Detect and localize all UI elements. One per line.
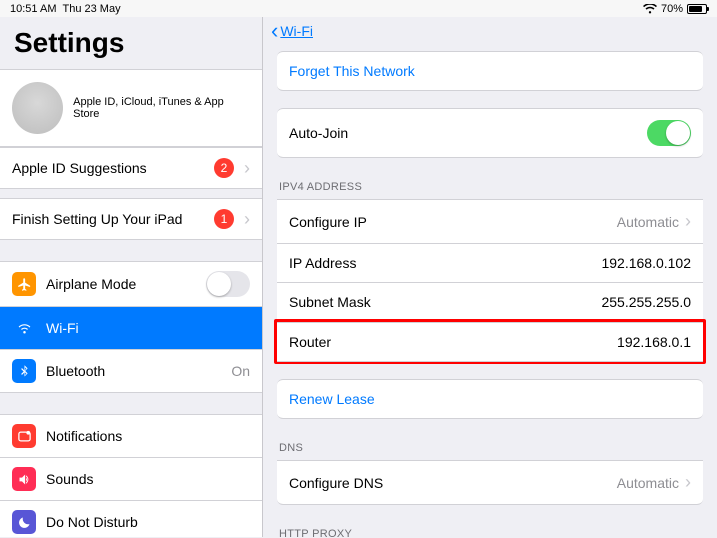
router-value: 192.168.0.1 [617, 334, 691, 350]
ip-address-row: IP Address 192.168.0.102 [277, 243, 703, 283]
renew-lease-button[interactable]: Renew Lease [277, 379, 703, 419]
ip-address-value: 192.168.0.102 [601, 255, 691, 271]
ip-address-label: IP Address [289, 255, 356, 271]
dnd-label: Do Not Disturb [46, 514, 250, 530]
subnet-row: Subnet Mask 255.255.255.0 [277, 282, 703, 322]
back-label: Wi-Fi [280, 23, 313, 39]
auto-join-label: Auto-Join [289, 125, 348, 141]
auto-join-toggle[interactable] [647, 120, 691, 146]
configure-dns-label: Configure DNS [289, 475, 383, 491]
chevron-left-icon: ‹ [271, 24, 278, 38]
bluetooth-icon [12, 359, 36, 383]
router-highlight: Router 192.168.0.1 [274, 319, 706, 364]
forget-network-button[interactable]: Forget This Network [277, 51, 703, 91]
moon-icon [12, 510, 36, 534]
subnet-value: 255.255.255.0 [601, 294, 691, 310]
status-date: Thu 23 May [62, 3, 120, 15]
notifications-icon [12, 424, 36, 448]
avatar [12, 82, 63, 134]
auto-join-row[interactable]: Auto-Join [277, 108, 703, 158]
ipv4-header: IPV4 ADDRESS [277, 175, 703, 199]
wifi-row[interactable]: Wi-Fi [0, 306, 262, 350]
configure-ip-value: Automatic › [617, 211, 691, 232]
finish-setup-label: Finish Setting Up Your iPad [12, 211, 204, 227]
apple-id-suggestions-row[interactable]: Apple ID Suggestions 2 › [0, 147, 262, 189]
chevron-right-icon: › [685, 472, 691, 493]
chevron-right-icon: › [244, 209, 250, 230]
apple-id-suggestions-label: Apple ID Suggestions [12, 160, 204, 176]
configure-ip-row[interactable]: Configure IP Automatic › [277, 199, 703, 244]
apple-id-subtext: Apple ID, iCloud, iTunes & App Store [73, 96, 250, 120]
chevron-right-icon: › [685, 211, 691, 232]
airplane-mode-row[interactable]: Airplane Mode [0, 261, 262, 307]
sounds-icon [12, 467, 36, 491]
router-row: Router 192.168.0.1 [277, 322, 703, 362]
battery-icon [687, 4, 707, 14]
apple-id-row[interactable]: Apple ID, iCloud, iTunes & App Store [0, 69, 262, 147]
status-time: 10:51 AM [10, 3, 56, 15]
detail-header: ‹ Wi-Fi [263, 17, 717, 51]
wifi-status-icon [643, 4, 657, 14]
status-bar: 10:51 AM Thu 23 May 70% [0, 0, 717, 17]
notifications-row[interactable]: Notifications [0, 414, 262, 458]
airplane-toggle[interactable] [206, 271, 250, 297]
configure-dns-value: Automatic › [617, 472, 691, 493]
sounds-label: Sounds [46, 471, 250, 487]
subnet-label: Subnet Mask [289, 294, 371, 310]
bluetooth-label: Bluetooth [46, 363, 221, 379]
proxy-header: HTTP PROXY [277, 522, 703, 537]
detail-pane: ‹ Wi-Fi Forget This Network Auto-Join IP… [263, 17, 717, 537]
chevron-right-icon: › [244, 158, 250, 179]
page-title: Settings [0, 17, 262, 69]
renew-lease-label: Renew Lease [289, 391, 375, 407]
dns-header: DNS [277, 436, 703, 460]
airplane-label: Airplane Mode [46, 276, 196, 292]
bluetooth-value: On [231, 363, 250, 379]
airplane-icon [12, 272, 36, 296]
wifi-icon [12, 316, 36, 340]
configure-ip-label: Configure IP [289, 214, 367, 230]
configure-dns-row[interactable]: Configure DNS Automatic › [277, 460, 703, 505]
bluetooth-row[interactable]: Bluetooth On [0, 349, 262, 393]
wifi-label: Wi-Fi [46, 320, 250, 336]
finish-setup-badge: 1 [214, 209, 234, 229]
sounds-row[interactable]: Sounds [0, 457, 262, 501]
dnd-row[interactable]: Do Not Disturb [0, 500, 262, 537]
notifications-label: Notifications [46, 428, 250, 444]
battery-percent: 70% [661, 3, 683, 15]
forget-network-label: Forget This Network [289, 63, 415, 79]
router-label: Router [289, 334, 331, 350]
back-button[interactable]: ‹ Wi-Fi [271, 23, 313, 39]
settings-sidebar: Settings Apple ID, iCloud, iTunes & App … [0, 17, 263, 537]
apple-id-suggestions-badge: 2 [214, 158, 234, 178]
finish-setup-row[interactable]: Finish Setting Up Your iPad 1 › [0, 198, 262, 240]
